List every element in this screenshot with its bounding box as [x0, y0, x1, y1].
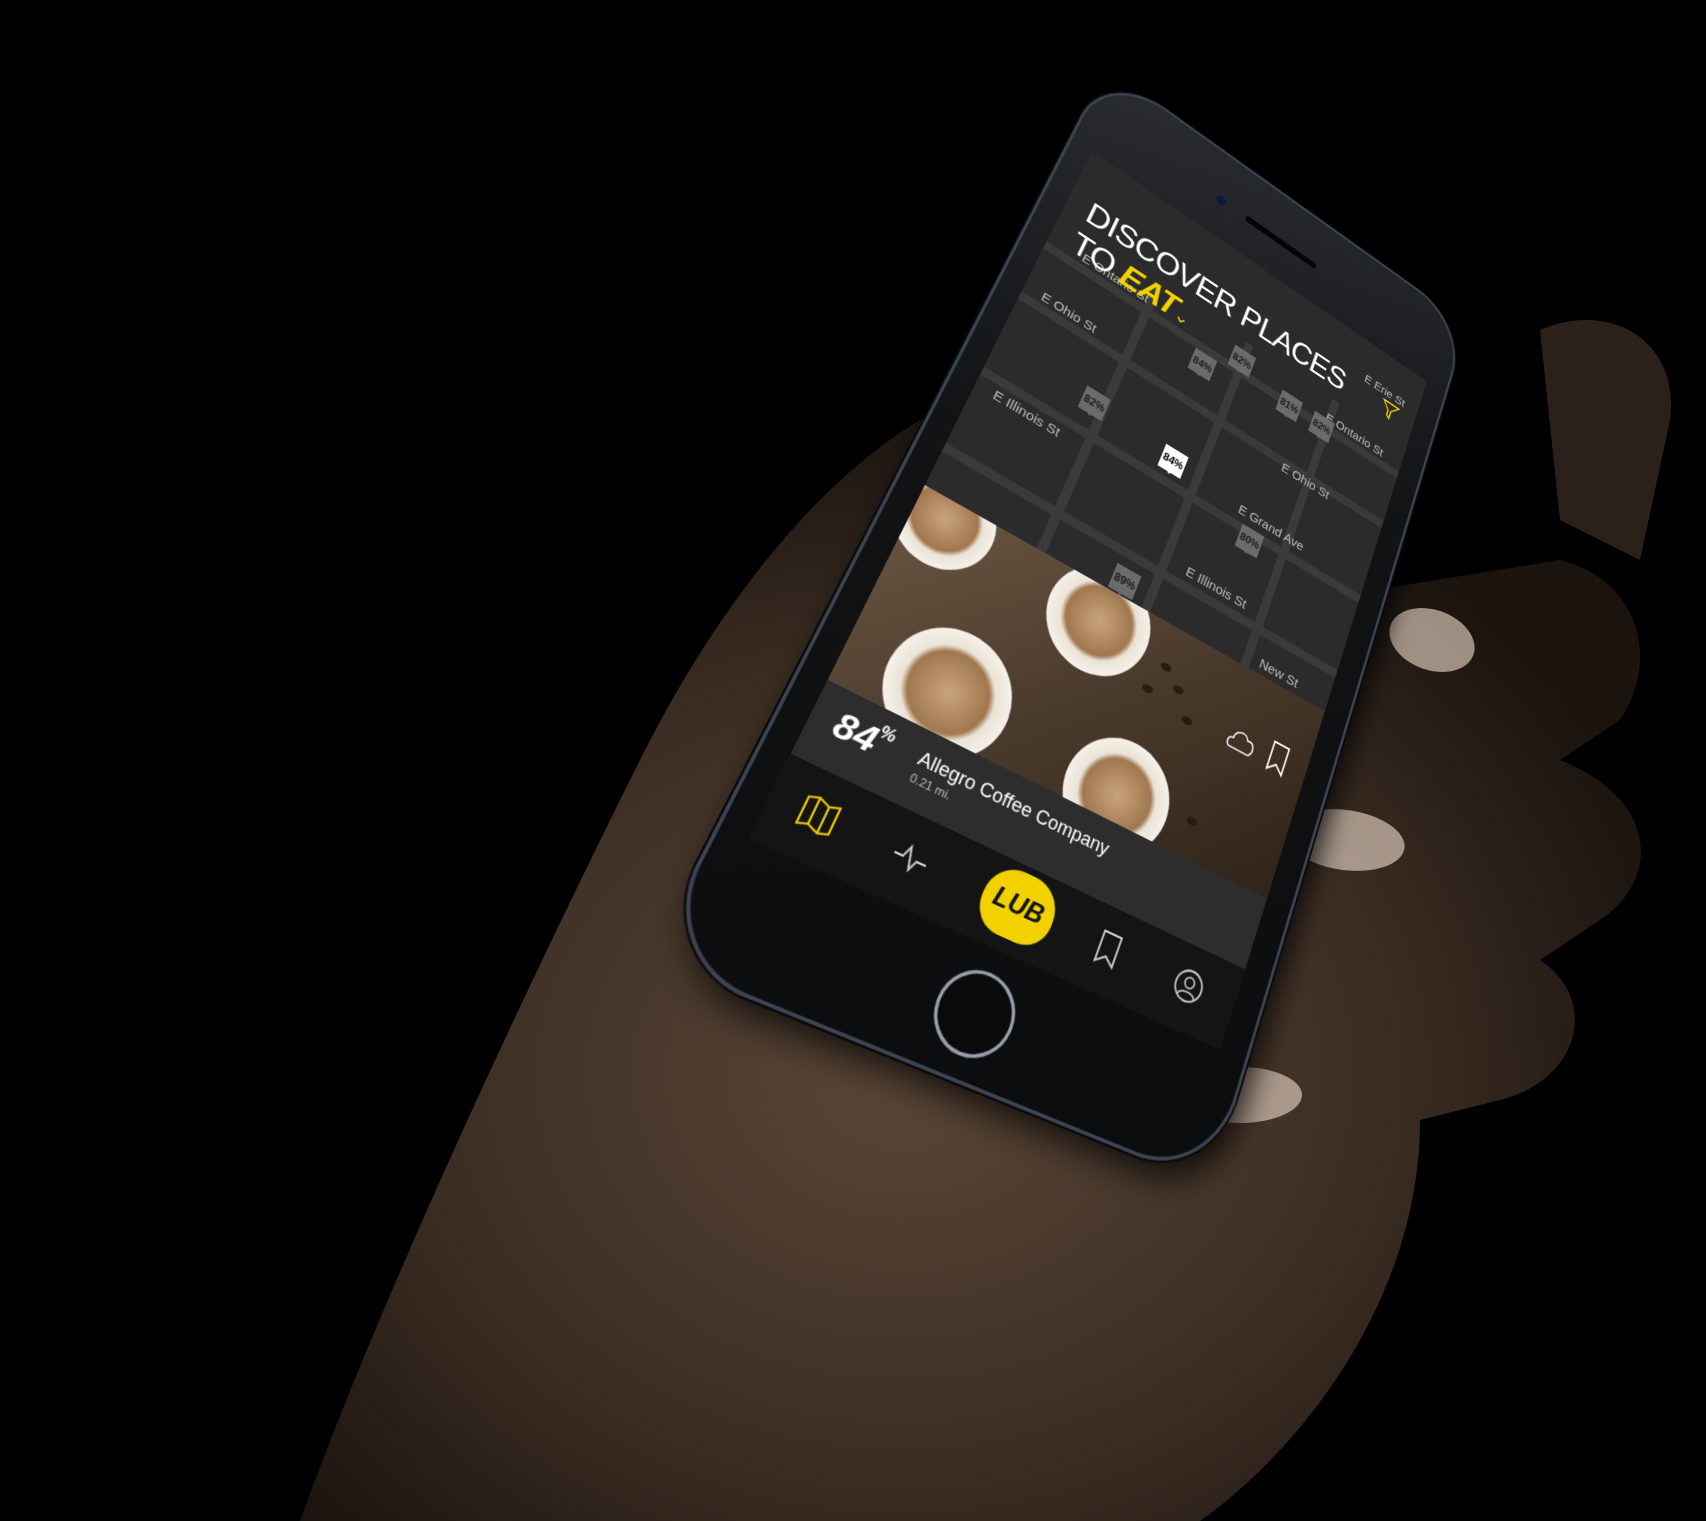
map-pin-selected[interactable]: 84% — [1158, 444, 1189, 479]
front-camera — [1215, 194, 1227, 208]
phone-mockup: E Ontario St E Ohio St E Ohio St E Grand… — [740, 20, 1706, 1220]
coffee-bean — [1181, 715, 1194, 728]
home-button[interactable] — [921, 957, 1028, 1071]
app-screen: E Ontario St E Ohio St E Ohio St E Grand… — [748, 151, 1426, 1050]
coffee-bean — [1141, 683, 1154, 696]
bookmark-icon[interactable] — [1263, 738, 1293, 779]
profile-icon[interactable] — [1168, 962, 1210, 1011]
map-icon[interactable] — [791, 789, 846, 843]
score-value: 84 — [826, 703, 885, 761]
phone-body: E Ontario St E Ohio St E Ohio St E Grand… — [648, 66, 1467, 1186]
bookmark-icon[interactable] — [1086, 924, 1131, 974]
coffee-bean — [1186, 815, 1199, 828]
place-score: 84% — [826, 703, 900, 769]
coffee-bean — [1160, 661, 1173, 674]
activity-icon[interactable] — [885, 832, 937, 885]
earpiece — [1245, 215, 1317, 269]
coffee-bean — [1172, 683, 1185, 696]
lub-logo-icon[interactable] — [1224, 720, 1261, 761]
